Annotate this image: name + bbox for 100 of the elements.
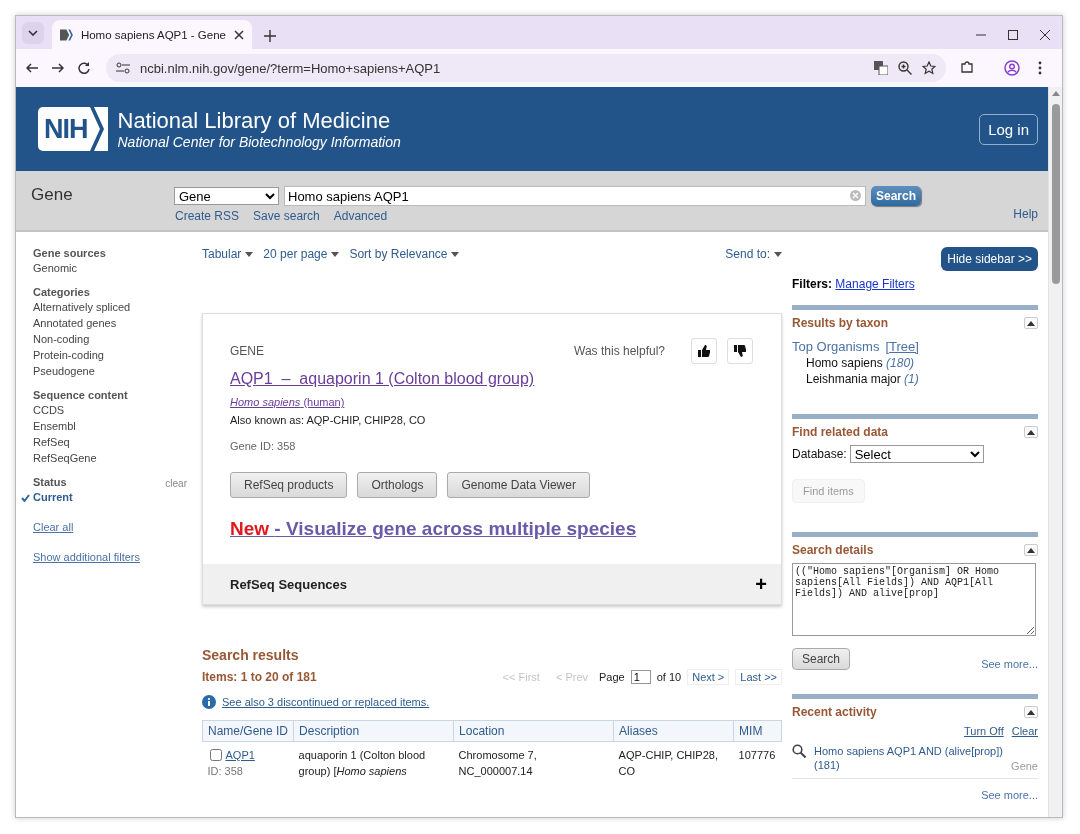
search-option-link[interactable]: Save search (253, 209, 320, 223)
column-header[interactable]: MIM (733, 720, 782, 742)
triangle-up-icon (1027, 547, 1035, 553)
activity-link[interactable]: Turn Off (963, 725, 1004, 737)
recent-search-link[interactable]: Homo sapiens AQP1 AND (alive[prop]) (181) (814, 744, 1004, 772)
filter-item[interactable]: RefSeq (33, 436, 70, 448)
gene-title-link[interactable]: AQP1 – aquaporin 1 (Colton blood group) (230, 370, 535, 388)
panel-title: Recent activity (792, 705, 877, 719)
translate-icon (874, 61, 888, 75)
browser-tab[interactable]: Homo sapiens AQP1 - Gene (52, 20, 252, 49)
close-window-button[interactable] (1040, 30, 1050, 40)
menu-button[interactable] (1038, 61, 1042, 75)
thumbs-down-button[interactable] (727, 338, 753, 364)
refseq-sequences-section[interactable]: RefSeq Sequences + (203, 564, 781, 604)
filter-item[interactable]: Non-coding (33, 333, 90, 345)
collapse-button[interactable] (1024, 317, 1038, 329)
nih-logo[interactable]: NIH (38, 107, 108, 151)
pager-button[interactable]: Last >> (735, 669, 782, 685)
translate-button[interactable] (874, 61, 888, 75)
gene-link[interactable]: AQP1 (225, 749, 255, 761)
column-header[interactable]: Name/Gene ID (202, 720, 294, 742)
row-checkbox[interactable] (209, 749, 222, 761)
back-arrow-icon (26, 63, 38, 73)
filter-link[interactable]: Show additional filters (33, 551, 140, 563)
see-more-link[interactable]: See more... (981, 789, 1038, 801)
profile-button[interactable] (1004, 60, 1020, 76)
see-more-link[interactable]: See more... (981, 658, 1038, 670)
page-label: Page (599, 671, 625, 683)
organism-item[interactable]: Homo sapiens (180) (806, 356, 1038, 370)
page-field[interactable]: 1 (630, 670, 651, 684)
site-title: National Library of Medicine (117, 108, 392, 134)
discontinued-items-link[interactable]: See also 3 discontinued or replaced items. (222, 696, 430, 708)
filter-item[interactable]: Protein-coding (33, 349, 104, 361)
bookmark-button[interactable] (922, 61, 936, 75)
organism-item[interactable]: Leishmania major (1) (806, 372, 1038, 386)
search-option-link[interactable]: Create RSS (175, 209, 240, 223)
search-button[interactable]: Search (871, 186, 922, 206)
query-details-field[interactable]: (("Homo sapiens"[Organism] OR Homo sapiens[All Fields]) AND AQP1[All Fields]) AND alive[prop] (792, 563, 1036, 636)
filter-item[interactable]: CCDS (33, 404, 65, 416)
help-link[interactable]: Help (1013, 207, 1038, 221)
panel-title: Search details (792, 543, 874, 557)
gene-id: Gene ID: 358 (230, 440, 297, 452)
display-option-menu[interactable]: 20 per page (263, 247, 340, 261)
collapse-button[interactable] (1024, 544, 1038, 556)
triangle-up-icon (1027, 320, 1035, 326)
collapse-button[interactable] (1024, 426, 1038, 438)
search-option-link[interactable]: Advanced (333, 209, 388, 223)
scroll-up-icon[interactable] (1051, 91, 1060, 96)
maximize-button[interactable] (1008, 30, 1018, 40)
url-text: ncbi.nlm.nih.gov/gene/?term=Homo+sapiens+AQP1 (140, 60, 442, 76)
address-bar[interactable]: ncbi.nlm.nih.gov/gene/?term=Homo+sapiens+AQP1 (106, 54, 946, 82)
clear-link[interactable]: clear (165, 478, 187, 489)
gene-action-button[interactable]: Genome Data Viewer (447, 472, 590, 498)
panel-title: Find related data (792, 425, 889, 439)
organism-link[interactable]: Homo sapiens (human) (230, 396, 753, 408)
filter-item[interactable]: RefSeqGene (33, 452, 97, 464)
collapse-button[interactable] (1024, 706, 1038, 718)
search-field[interactable]: Homo sapiens AQP1 (284, 186, 866, 206)
gene-action-button[interactable]: Orthologs (357, 472, 438, 498)
filter-item[interactable]: Annotated genes (33, 317, 117, 329)
database-select[interactable]: Select (849, 445, 984, 463)
search-button[interactable]: Search (792, 648, 851, 670)
activity-database: Gene (1011, 760, 1038, 772)
close-icon (1040, 30, 1050, 40)
activity-link[interactable]: Clear (1011, 725, 1038, 737)
scrollbar[interactable] (1048, 87, 1062, 817)
thumbs-up-button[interactable] (691, 338, 717, 364)
manage-filters-link[interactable]: Manage Filters (835, 277, 915, 291)
caret-icon (451, 251, 460, 257)
pager-button[interactable]: Next > (687, 669, 730, 685)
tree-link[interactable]: [Tree] (885, 339, 919, 354)
hide-sidebar-button[interactable]: Hide sidebar >> (941, 247, 1038, 271)
filter-item[interactable]: Alternatively spliced (33, 301, 131, 313)
filter-item[interactable]: Current (33, 491, 73, 503)
column-header[interactable]: Description (293, 720, 454, 742)
close-tab-button[interactable] (234, 29, 244, 40)
filter-item[interactable]: Genomic (33, 262, 78, 274)
zoom-button[interactable] (898, 61, 912, 75)
forward-button[interactable] (52, 63, 64, 73)
send-to-menu[interactable]: Send to: (725, 247, 782, 261)
display-option-menu[interactable]: Sort by Relevance (349, 247, 460, 261)
filter-item[interactable]: Pseudogene (33, 365, 95, 377)
table-cell: Chromosome 7, NC_000007.14 (453, 741, 614, 784)
new-tab-button[interactable] (264, 30, 276, 42)
column-header[interactable]: Location (453, 720, 614, 742)
column-header[interactable]: Aliases (613, 720, 734, 742)
info-icon (202, 695, 216, 709)
back-button[interactable] (26, 63, 38, 73)
scroll-thumb[interactable] (1051, 104, 1060, 284)
tab-search-button[interactable] (22, 22, 44, 44)
reload-button[interactable] (78, 62, 90, 74)
database-select[interactable]: Gene (174, 187, 279, 205)
login-button[interactable]: Log in (979, 113, 1038, 145)
filter-item[interactable]: Ensembl (33, 420, 76, 432)
visualize-link[interactable]: New - Visualize gene across multiple species (230, 518, 637, 540)
gene-action-button[interactable]: RefSeq products (230, 472, 348, 498)
extensions-button[interactable] (960, 61, 974, 75)
display-option-menu[interactable]: Tabular (202, 247, 254, 261)
filter-link[interactable]: Clear all (33, 521, 74, 533)
puzzle-icon (960, 61, 974, 75)
